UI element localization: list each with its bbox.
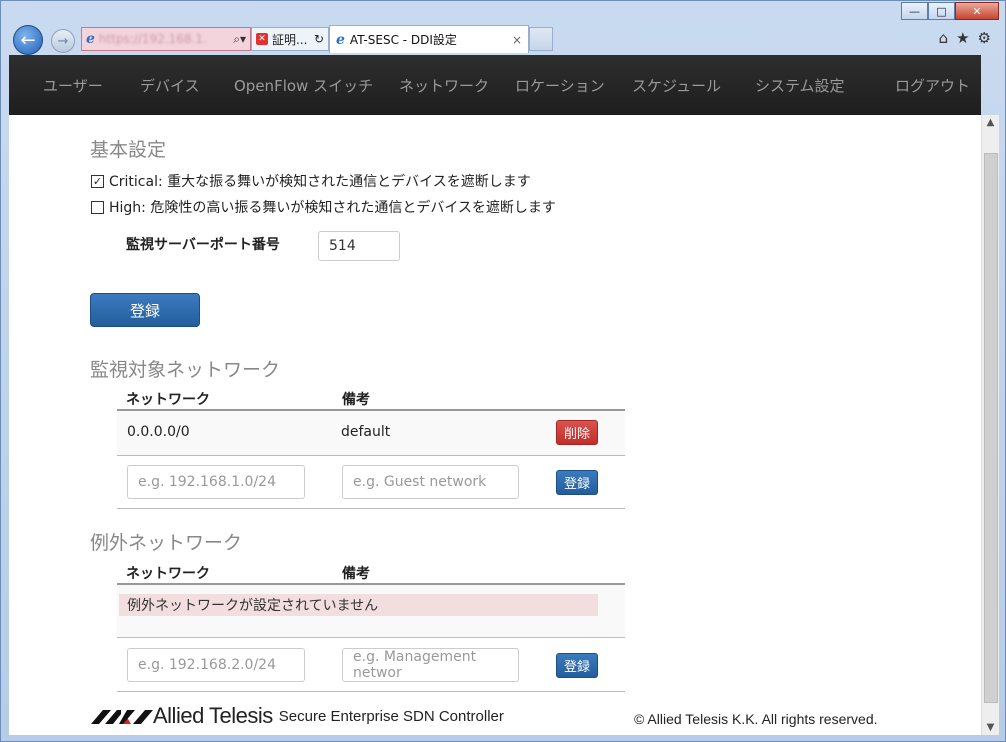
cert-tab-label: 証明...	[272, 32, 308, 47]
nav-item-system-settings[interactable]: システム設定	[755, 75, 845, 96]
nav-item-schedule[interactable]: スケジュール	[632, 75, 721, 96]
tab-ie-icon: e	[336, 31, 345, 48]
exception-col-note: 備考	[342, 566, 370, 582]
nav-item-logout[interactable]: ログアウト	[895, 75, 970, 96]
port-label: 監視サーバーポート番号	[126, 237, 280, 253]
home-icon[interactable]: ⌂	[939, 29, 949, 47]
gear-icon[interactable]: ⚙	[978, 29, 991, 47]
critical-checkbox-row[interactable]: ✓ Critical: 重大な振る舞いが検知された通信とデバイスを遮断します	[91, 171, 531, 191]
maximize-button[interactable]: □	[928, 2, 955, 20]
monitored-networks-heading: 監視対象ネットワーク	[90, 359, 281, 381]
forward-arrow-icon[interactable]: →	[51, 29, 75, 53]
monitored-table-bottom	[117, 508, 625, 509]
exception-networks-heading: 例外ネットワーク	[90, 532, 243, 554]
exception-register-button[interactable]: 登録	[556, 653, 598, 678]
allied-telesis-logo-icon	[91, 710, 153, 724]
exception-table-bottom	[117, 691, 625, 692]
nav-item-users[interactable]: ユーザー	[43, 75, 103, 96]
nav-item-network[interactable]: ネットワーク	[399, 75, 489, 96]
high-label: High: 危険性の高い振る舞いが検知された通信とデバイスを遮断します	[109, 200, 556, 216]
tab-close-icon[interactable]: ×	[512, 33, 522, 47]
monitored-row-divider	[117, 455, 625, 456]
refresh-icon[interactable]: ↻	[314, 32, 324, 46]
brand-name: Allied Telesis	[153, 703, 273, 728]
table-row: 0.0.0.0/0 default 削除	[117, 411, 625, 455]
window-caption-buttons: — □ ✕	[901, 2, 999, 20]
app-navbar: ユーザー デバイス OpenFlow スイッチ ネットワーク ロケーション スケ…	[9, 55, 981, 115]
monitored-register-button[interactable]: 登録	[556, 470, 598, 495]
delete-button[interactable]: 削除	[556, 420, 598, 445]
monitored-col-network: ネットワーク	[126, 392, 210, 408]
favorites-star-icon[interactable]: ★	[956, 29, 969, 47]
browser-tool-icons: ⌂ ★ ⚙	[939, 29, 991, 47]
new-tab-button[interactable]	[529, 27, 553, 51]
scroll-up-icon[interactable]: ▲	[982, 117, 999, 128]
row-network: 0.0.0.0/0	[127, 424, 190, 440]
browser-window: — □ ✕ ← → e https://192.168.1. ⌕▾ ✕ 証明..…	[0, 0, 1006, 742]
monitored-network-input[interactable]: e.g. 192.168.1.0/24	[127, 465, 305, 499]
close-button[interactable]: ✕	[955, 2, 999, 20]
high-checkbox[interactable]	[91, 200, 104, 214]
scroll-down-icon[interactable]: ▼	[982, 722, 999, 733]
browser-toolbar: ← → e https://192.168.1. ⌕▾ ✕ 証明... ↻ e …	[9, 23, 997, 55]
basic-register-button[interactable]: 登録	[90, 293, 200, 327]
exception-note-input[interactable]: e.g. Management networ	[342, 648, 519, 682]
high-checkbox-row[interactable]: High: 危険性の高い振る舞いが検知された通信とデバイスを遮断します	[91, 197, 556, 217]
exception-network-input[interactable]: e.g. 192.168.2.0/24	[127, 648, 305, 682]
nav-item-location[interactable]: ロケーション	[515, 75, 605, 96]
monitored-col-note: 備考	[342, 392, 370, 408]
exception-row-divider	[117, 637, 625, 638]
page-content: 基本設定 ✓ Critical: 重大な振る舞いが検知された通信とデバイスを遮断…	[9, 115, 981, 735]
critical-label: Critical: 重大な振る舞いが検知された通信とデバイスを遮断します	[109, 174, 531, 190]
vertical-scrollbar[interactable]: ▲ ▼	[981, 115, 999, 735]
port-input[interactable]: 514	[318, 231, 400, 261]
product-name: Secure Enterprise SDN Controller	[278, 707, 504, 725]
scrollbar-thumb[interactable]	[984, 153, 998, 703]
monitored-note-input[interactable]: e.g. Guest network	[342, 465, 519, 499]
footer-brand: Allied Telesis Secure Enterprise SDN Con…	[91, 703, 504, 729]
empty-exception-message: 例外ネットワークが設定されていません	[119, 594, 598, 616]
copyright-text: © Allied Telesis K.K. All rights reserve…	[634, 711, 878, 727]
row-note: default	[341, 424, 391, 440]
address-url: https://192.168.1.	[98, 32, 207, 46]
critical-checkbox[interactable]: ✓	[91, 174, 104, 188]
minimize-button[interactable]: —	[901, 2, 928, 20]
search-icon[interactable]: ⌕▾	[233, 32, 246, 47]
nav-item-openflow-switch[interactable]: OpenFlow スイッチ	[234, 75, 373, 96]
basic-settings-heading: 基本設定	[90, 139, 167, 161]
certificate-error-tab[interactable]: ✕ 証明... ↻	[251, 27, 329, 51]
ie-logo-icon: e	[86, 31, 95, 47]
tab-title: AT-SESC - DDI設定	[349, 33, 457, 47]
nav-item-devices[interactable]: デバイス	[140, 75, 200, 96]
exception-col-network: ネットワーク	[126, 566, 210, 582]
address-bar[interactable]: e https://192.168.1. ⌕▾	[81, 27, 251, 51]
cert-error-icon: ✕	[256, 33, 268, 45]
back-arrow-icon[interactable]: ←	[13, 25, 43, 55]
active-tab[interactable]: e AT-SESC - DDI設定 ×	[329, 25, 529, 53]
